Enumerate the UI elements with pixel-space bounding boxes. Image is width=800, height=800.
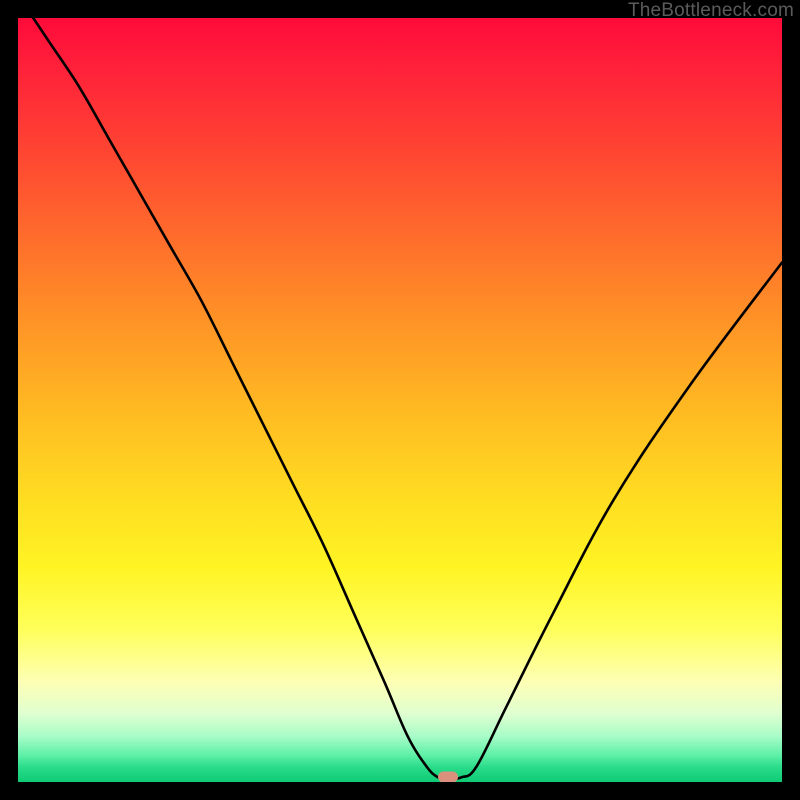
plot-area — [18, 18, 782, 782]
optimal-point-marker — [438, 771, 458, 782]
bottleneck-curve — [18, 18, 782, 782]
chart-frame: TheBottleneck.com — [0, 0, 800, 800]
